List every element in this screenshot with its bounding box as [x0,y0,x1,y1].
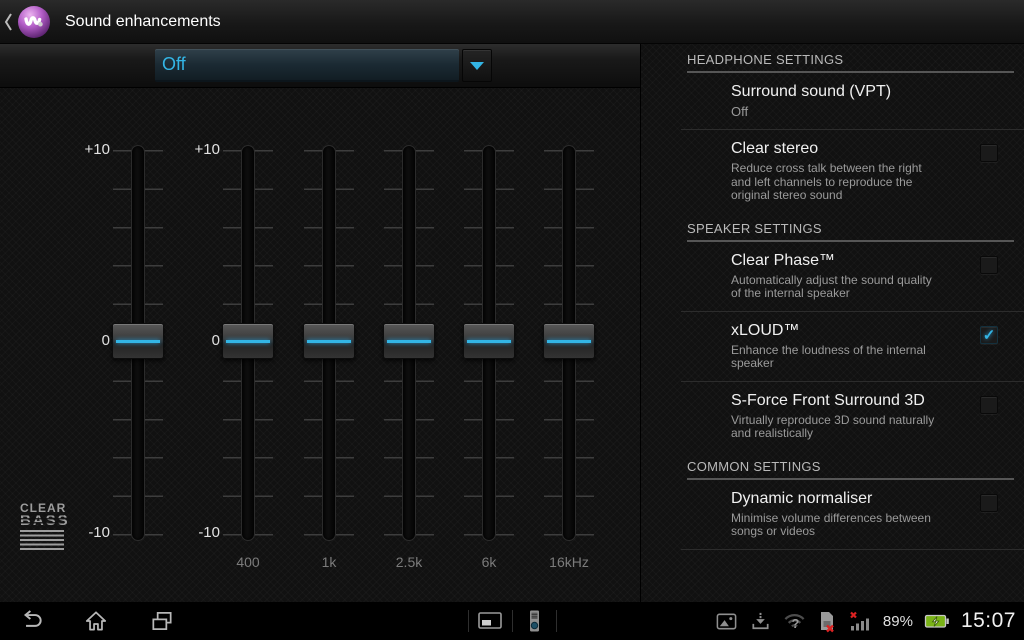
back-chevron-icon [3,11,13,33]
download-status-icon [749,610,772,633]
xloud-checkbox[interactable]: ✓ [980,326,998,344]
navbar-separator [556,610,557,632]
eq-preset-row: Off [0,44,640,88]
eq-preset-dropdown[interactable]: Off [155,49,459,82]
setting-title: Clear Phase™ [731,251,958,270]
walkman-app-icon [17,5,51,39]
home-button[interactable] [74,602,118,640]
back-icon [19,608,45,634]
setting-title: Dynamic normaliser [731,489,958,508]
setting-description: Automatically adjust the sound quality o… [731,274,936,301]
clear-phase-checkbox[interactable] [980,256,998,274]
up-navigation-button[interactable] [0,0,57,44]
scale-label-max: +10 [160,141,220,159]
status-clock: 15:07 [961,609,1016,633]
clear-bass-logo: CLEAR BASS [20,502,64,550]
eq-band-16kHz-handle[interactable] [543,323,595,359]
remote-small-app-button[interactable] [512,602,556,640]
eq-band-400-handle[interactable] [222,323,274,359]
setting-title: S-Force Front Surround 3D [731,391,958,410]
chevron-down-icon [470,62,484,70]
no-signal-icon [848,609,872,633]
setting-title: Clear stereo [731,139,958,158]
freq-label: 16kHz [514,554,624,570]
setting-item-sforce[interactable]: S-Force Front Surround 3D Virtually repr… [681,382,1024,451]
status-tray[interactable]: ? 89% [715,602,1024,640]
clear-bass-logo-stripes [20,530,64,550]
setting-title: Surround sound (VPT) [731,82,958,101]
clear-bass-logo-bottom: BASS [20,514,64,528]
eq-band-6k-handle[interactable] [463,323,515,359]
sforce-checkbox[interactable] [980,396,998,414]
setting-item-surround-sound[interactable]: Surround sound (VPT) Off [681,73,1024,130]
scale-label-max: +10 [50,141,110,159]
battery-charging-icon [924,610,950,632]
setting-value: Off [731,104,958,119]
setting-item-dynamic-normaliser[interactable]: Dynamic normaliser Minimise volume diffe… [681,480,1024,550]
small-apps-icon [476,608,504,634]
eq-band-slider-16kHz[interactable]: 16kHz [514,88,624,602]
setting-description: Virtually reproduce 3D sound naturally a… [731,414,936,441]
scale-label-zero: 0 [50,332,110,350]
clear-stereo-checkbox[interactable] [980,144,998,162]
screen: Sound enhancements Off +10 0 -10 +10 0 -… [0,0,1024,640]
small-apps-button[interactable] [468,602,512,640]
home-icon [83,608,109,634]
battery-percent: 89% [883,613,913,630]
setting-item-xloud[interactable]: xLOUD™ Enhance the loudness of the inter… [681,312,1024,382]
eq-band-2.5k-handle[interactable] [383,323,435,359]
setting-description: Enhance the loudness of the internal spe… [731,344,936,371]
remote-app-icon [521,608,547,634]
no-sim-icon [817,609,837,633]
wifi-unknown-icon: ? [783,610,806,633]
section-header-common: COMMON SETTINGS [687,451,1014,474]
setting-description: Reduce cross talk between the right and … [731,162,936,203]
clear-bass-slider-handle[interactable] [112,323,164,359]
recents-button[interactable] [140,602,184,640]
setting-item-clear-stereo[interactable]: Clear stereo Reduce cross talk between t… [681,130,1024,213]
setting-item-clear-phase[interactable]: Clear Phase™ Automatically adjust the so… [681,242,1024,312]
eq-preset-value: Off [162,54,186,74]
scale-label-min: -10 [160,524,220,542]
svg-text:?: ? [792,617,800,631]
eq-preset-dropdown-button[interactable] [462,49,492,82]
recents-icon [149,608,175,634]
action-bar: Sound enhancements [0,0,1024,44]
dynamic-normaliser-checkbox[interactable] [980,494,998,512]
scale-label-zero: 0 [160,332,220,350]
back-button[interactable] [10,602,54,640]
section-header-speaker: SPEAKER SETTINGS [687,213,1014,236]
gallery-status-icon [715,610,738,633]
setting-description: Minimise volume differences between song… [731,512,936,539]
system-nav-bar: ? 89% [0,602,1024,640]
settings-panel: HEADPHONE SETTINGS Surround sound (VPT) … [640,44,1024,602]
eq-band-1k-handle[interactable] [303,323,355,359]
equalizer-panel: +10 0 -10 +10 0 -10 400 1k 2.5k [0,88,640,602]
page-title: Sound enhancements [65,13,221,31]
section-header-headphone: HEADPHONE SETTINGS [687,44,1014,67]
setting-title: xLOUD™ [731,321,958,340]
